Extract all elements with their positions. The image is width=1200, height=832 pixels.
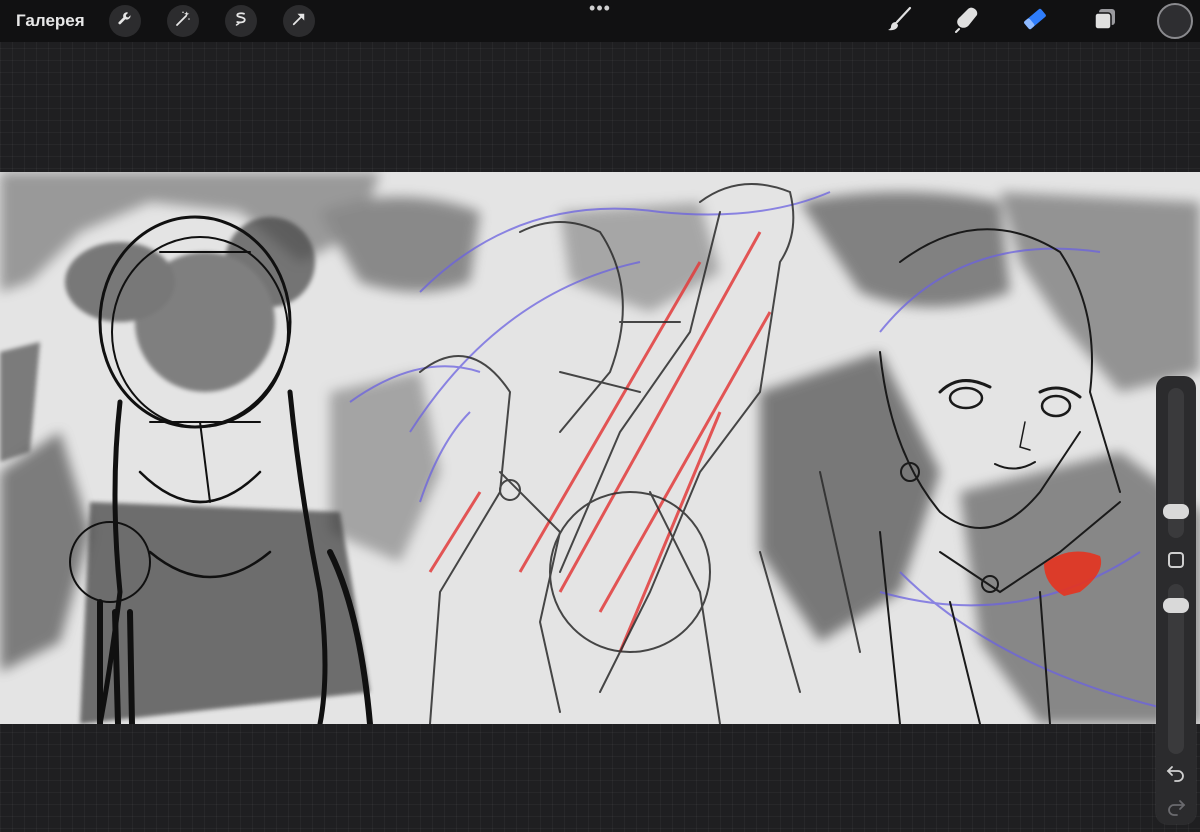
square-modify-icon[interactable]	[1168, 552, 1184, 568]
eraser-icon	[1021, 5, 1049, 38]
color-picker-button[interactable]	[1157, 3, 1193, 39]
gallery-button[interactable]: Галерея	[16, 9, 85, 33]
more-options-button[interactable]: •••	[586, 0, 614, 18]
layers-icon	[1091, 5, 1119, 38]
layers-tool[interactable]	[1088, 4, 1122, 38]
selection-icon	[232, 10, 250, 33]
smudge-tool[interactable]	[950, 4, 984, 38]
undo-icon[interactable]	[1164, 760, 1188, 784]
actions-button[interactable]	[109, 5, 141, 37]
redo-icon[interactable]	[1164, 794, 1188, 818]
sketch-artwork	[0, 172, 1200, 724]
drawing-canvas[interactable]	[0, 172, 1200, 724]
top-toolbar: Галерея •••	[0, 0, 1200, 42]
magic-wand-icon	[174, 10, 192, 33]
adjustments-button[interactable]	[167, 5, 199, 37]
brush-tool[interactable]	[883, 4, 917, 38]
brush-size-thumb[interactable]	[1163, 504, 1189, 519]
transform-button[interactable]	[283, 5, 315, 37]
eraser-tool[interactable]	[1018, 4, 1052, 38]
selection-button[interactable]	[225, 5, 257, 37]
brush-icon	[886, 5, 914, 38]
brush-opacity-thumb[interactable]	[1163, 598, 1189, 613]
brush-sidebar	[1156, 376, 1196, 824]
smudge-icon	[953, 5, 981, 38]
transform-arrow-icon	[290, 10, 308, 33]
wrench-icon	[116, 10, 134, 33]
